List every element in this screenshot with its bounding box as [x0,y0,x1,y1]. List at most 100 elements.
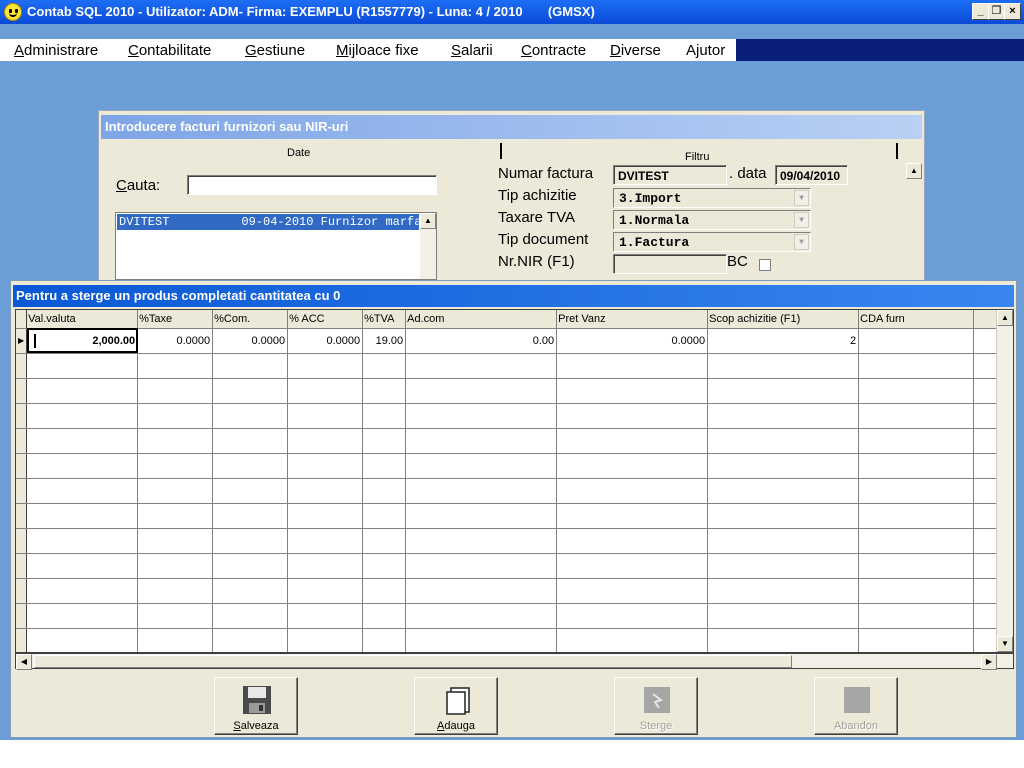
grid-cell[interactable] [707,403,860,429]
grid-cell[interactable] [362,378,407,404]
grid-cell[interactable] [556,353,709,379]
tab-date[interactable]: Date [287,147,310,159]
table-row[interactable] [16,528,1001,554]
grid-cell[interactable] [556,453,709,479]
grid-cell[interactable] [707,353,860,379]
column-header[interactable]: CDA furn [858,310,975,329]
table-row[interactable] [16,578,1001,604]
grid-cell[interactable] [26,503,139,529]
grid-cell[interactable] [212,428,289,454]
scroll-left-icon[interactable]: ◀ [16,654,32,670]
grid-cell[interactable]: 2,000.00 [26,328,139,354]
grid-cell[interactable] [137,628,214,652]
invoice-number-field[interactable]: DVITEST [613,165,727,185]
column-header[interactable]: % ACC [287,310,364,329]
grid-cell[interactable] [556,603,709,629]
grid-cell[interactable] [137,503,214,529]
grid-cell[interactable] [287,528,364,554]
grid-cell[interactable] [405,453,558,479]
grid-cell[interactable]: 2 [707,328,860,354]
grid-cell[interactable] [287,378,364,404]
grid-cell[interactable] [405,403,558,429]
chevron-down-icon[interactable]: ▼ [794,234,809,250]
grid-cell[interactable] [212,503,289,529]
invoice-list[interactable]: DVITEST 09-04-2010 Furnizor marfa ▲ [115,212,437,280]
grid-cell[interactable] [212,378,289,404]
grid-cell[interactable] [707,603,860,629]
chevron-down-icon[interactable]: ▼ [794,212,809,228]
table-row[interactable] [16,478,1001,504]
table-row[interactable] [16,628,1001,652]
grid-cell[interactable] [362,403,407,429]
grid-cell[interactable] [26,378,139,404]
scroll-thumb[interactable] [34,655,792,668]
grid-cell[interactable] [26,403,139,429]
column-header[interactable]: Pret Vanz [556,310,709,329]
grid-cell[interactable]: 19.00 [362,328,407,354]
scroll-up-icon[interactable]: ▲ [420,213,436,229]
grid-cell[interactable] [362,528,407,554]
grid-cell[interactable] [362,553,407,579]
grid-horizontal-scrollbar[interactable]: ◀ ▶ [15,653,1014,670]
grid-cell[interactable] [362,578,407,604]
grid-cell[interactable]: 0.0000 [137,328,214,354]
grid-cell[interactable] [858,353,975,379]
save-button[interactable]: Salveaza [214,677,298,735]
grid-cell[interactable] [26,603,139,629]
grid-cell[interactable] [858,378,975,404]
menu-contabilitate[interactable]: Contabilitate [128,42,211,59]
grid-cell[interactable] [26,528,139,554]
grid-cell[interactable]: 0.0000 [287,328,364,354]
search-input[interactable] [187,175,437,195]
grid-cell[interactable] [405,353,558,379]
grid-cell[interactable] [212,528,289,554]
grid-cell[interactable] [858,578,975,604]
grid-cell[interactable] [362,428,407,454]
grid-cell[interactable] [405,528,558,554]
scroll-down-icon[interactable]: ▼ [997,636,1013,652]
menu-ajutor[interactable]: Ajutor [686,42,725,59]
grid-cell[interactable] [707,628,860,652]
grid-cell[interactable] [287,353,364,379]
grid-cell[interactable] [858,403,975,429]
grid-cell[interactable] [858,428,975,454]
grid-cell[interactable] [707,503,860,529]
grid-cell[interactable] [405,578,558,604]
vat-select[interactable]: 1.Normala ▼ [613,210,811,230]
table-row[interactable]: ▶ 2,000.00 0.0000 0.0000 0.0000 19.00 0.… [16,328,1001,354]
grid-cell[interactable] [405,553,558,579]
grid-cell[interactable] [212,478,289,504]
close-button[interactable]: × [1004,3,1021,20]
grid-cell[interactable] [287,478,364,504]
grid-cell[interactable] [858,553,975,579]
nir-field[interactable] [613,254,727,274]
grid-cell[interactable] [26,553,139,579]
menu-mijloace-fixe[interactable]: Mijloace fixe [336,42,419,59]
grid-cell[interactable] [26,628,139,652]
tab-filtru[interactable]: Filtru [685,151,709,163]
grid-cell[interactable] [707,378,860,404]
table-row[interactable] [16,403,1001,429]
minimize-button[interactable]: _ [972,3,989,20]
grid-cell[interactable] [556,378,709,404]
products-grid[interactable]: Val.valuta %Taxe %Com. % ACC %TVA Ad.com… [15,309,1014,653]
menu-salarii[interactable]: Salarii [451,42,493,59]
grid-cell[interactable] [287,403,364,429]
table-row[interactable] [16,378,1001,404]
grid-cell[interactable] [858,603,975,629]
grid-cell[interactable] [556,578,709,604]
add-button[interactable]: Adauga [414,677,498,735]
grid-cell[interactable] [556,478,709,504]
menu-diverse[interactable]: Diverse [610,42,661,59]
grid-cell[interactable] [287,503,364,529]
grid-cell[interactable]: 0.0000 [212,328,289,354]
grid-cell[interactable] [362,353,407,379]
grid-cell[interactable] [287,628,364,652]
grid-cell[interactable] [405,603,558,629]
scroll-right-icon[interactable]: ▶ [981,654,997,670]
grid-cell[interactable] [137,528,214,554]
bc-checkbox[interactable] [759,259,771,271]
grid-cell[interactable] [26,478,139,504]
column-header[interactable]: Val.valuta [26,310,139,329]
grid-cell[interactable] [405,378,558,404]
